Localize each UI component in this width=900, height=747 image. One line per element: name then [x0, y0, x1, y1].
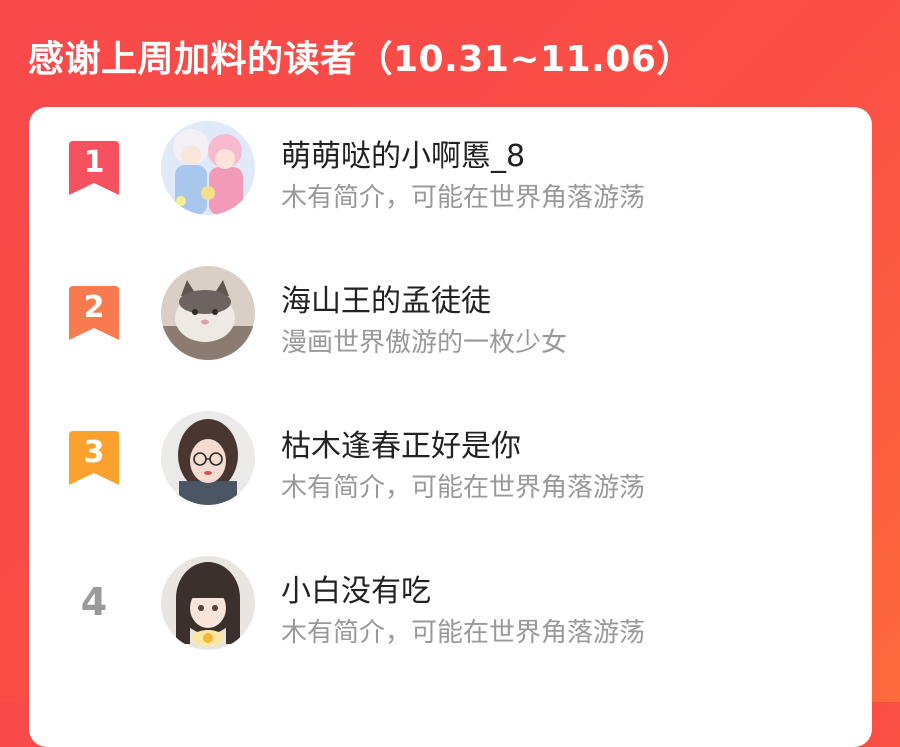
reader-name[interactable]: 枯木逢春正好是你: [281, 427, 521, 467]
list-item[interactable]: 2 海山王的孟徒徒 漫画世界傲游的一枚少女: [29, 252, 872, 372]
anime-couple-avatar-icon: [161, 121, 255, 215]
reader-name[interactable]: 海山王的孟徒徒: [281, 282, 491, 322]
page-title: 感谢上周加料的读者（10.31~11.06）: [28, 39, 693, 80]
list-item[interactable]: 1 萌萌哒的小啊慝_8 木有简介，可能在世界角落游荡: [29, 107, 872, 227]
list-item[interactable]: 3 枯木逢春正好是你 木有简介，可能在世界角落游荡: [29, 397, 872, 517]
avatar[interactable]: [161, 121, 255, 215]
list-item[interactable]: 4 小白没有吃 木有简介，可能在世界角落游荡: [29, 542, 872, 662]
rank-number: 3: [83, 435, 105, 470]
reader-name[interactable]: 萌萌哒的小啊慝_8: [281, 137, 525, 177]
reader-bio: 漫画世界傲游的一枚少女: [281, 328, 568, 358]
rank-number: 4: [80, 580, 108, 624]
avatar[interactable]: [161, 556, 255, 650]
rank-badge: 3: [69, 431, 119, 485]
reader-ranking-list: 1 萌萌哒的小啊慝_8 木有简介，可能在世界角落游荡 2 海山王的孟徒徒 漫画世…: [29, 107, 872, 747]
rank-badge: 1: [69, 141, 119, 195]
reader-bio: 木有简介，可能在世界角落游荡: [281, 183, 646, 213]
avatar[interactable]: [161, 266, 255, 360]
avatar[interactable]: [161, 411, 255, 505]
rank-number: 2: [83, 290, 105, 325]
reader-bio: 木有简介，可能在世界角落游荡: [281, 618, 646, 648]
reader-bio: 木有简介，可能在世界角落游荡: [281, 473, 646, 503]
rank-number: 1: [83, 145, 105, 180]
rank-badge: 2: [69, 286, 119, 340]
cat-photo-avatar-icon: [161, 266, 255, 360]
reader-name[interactable]: 小白没有吃: [281, 572, 431, 612]
girl-with-glasses-avatar-icon: [161, 411, 255, 505]
anime-girl-avatar-icon: [161, 556, 255, 650]
